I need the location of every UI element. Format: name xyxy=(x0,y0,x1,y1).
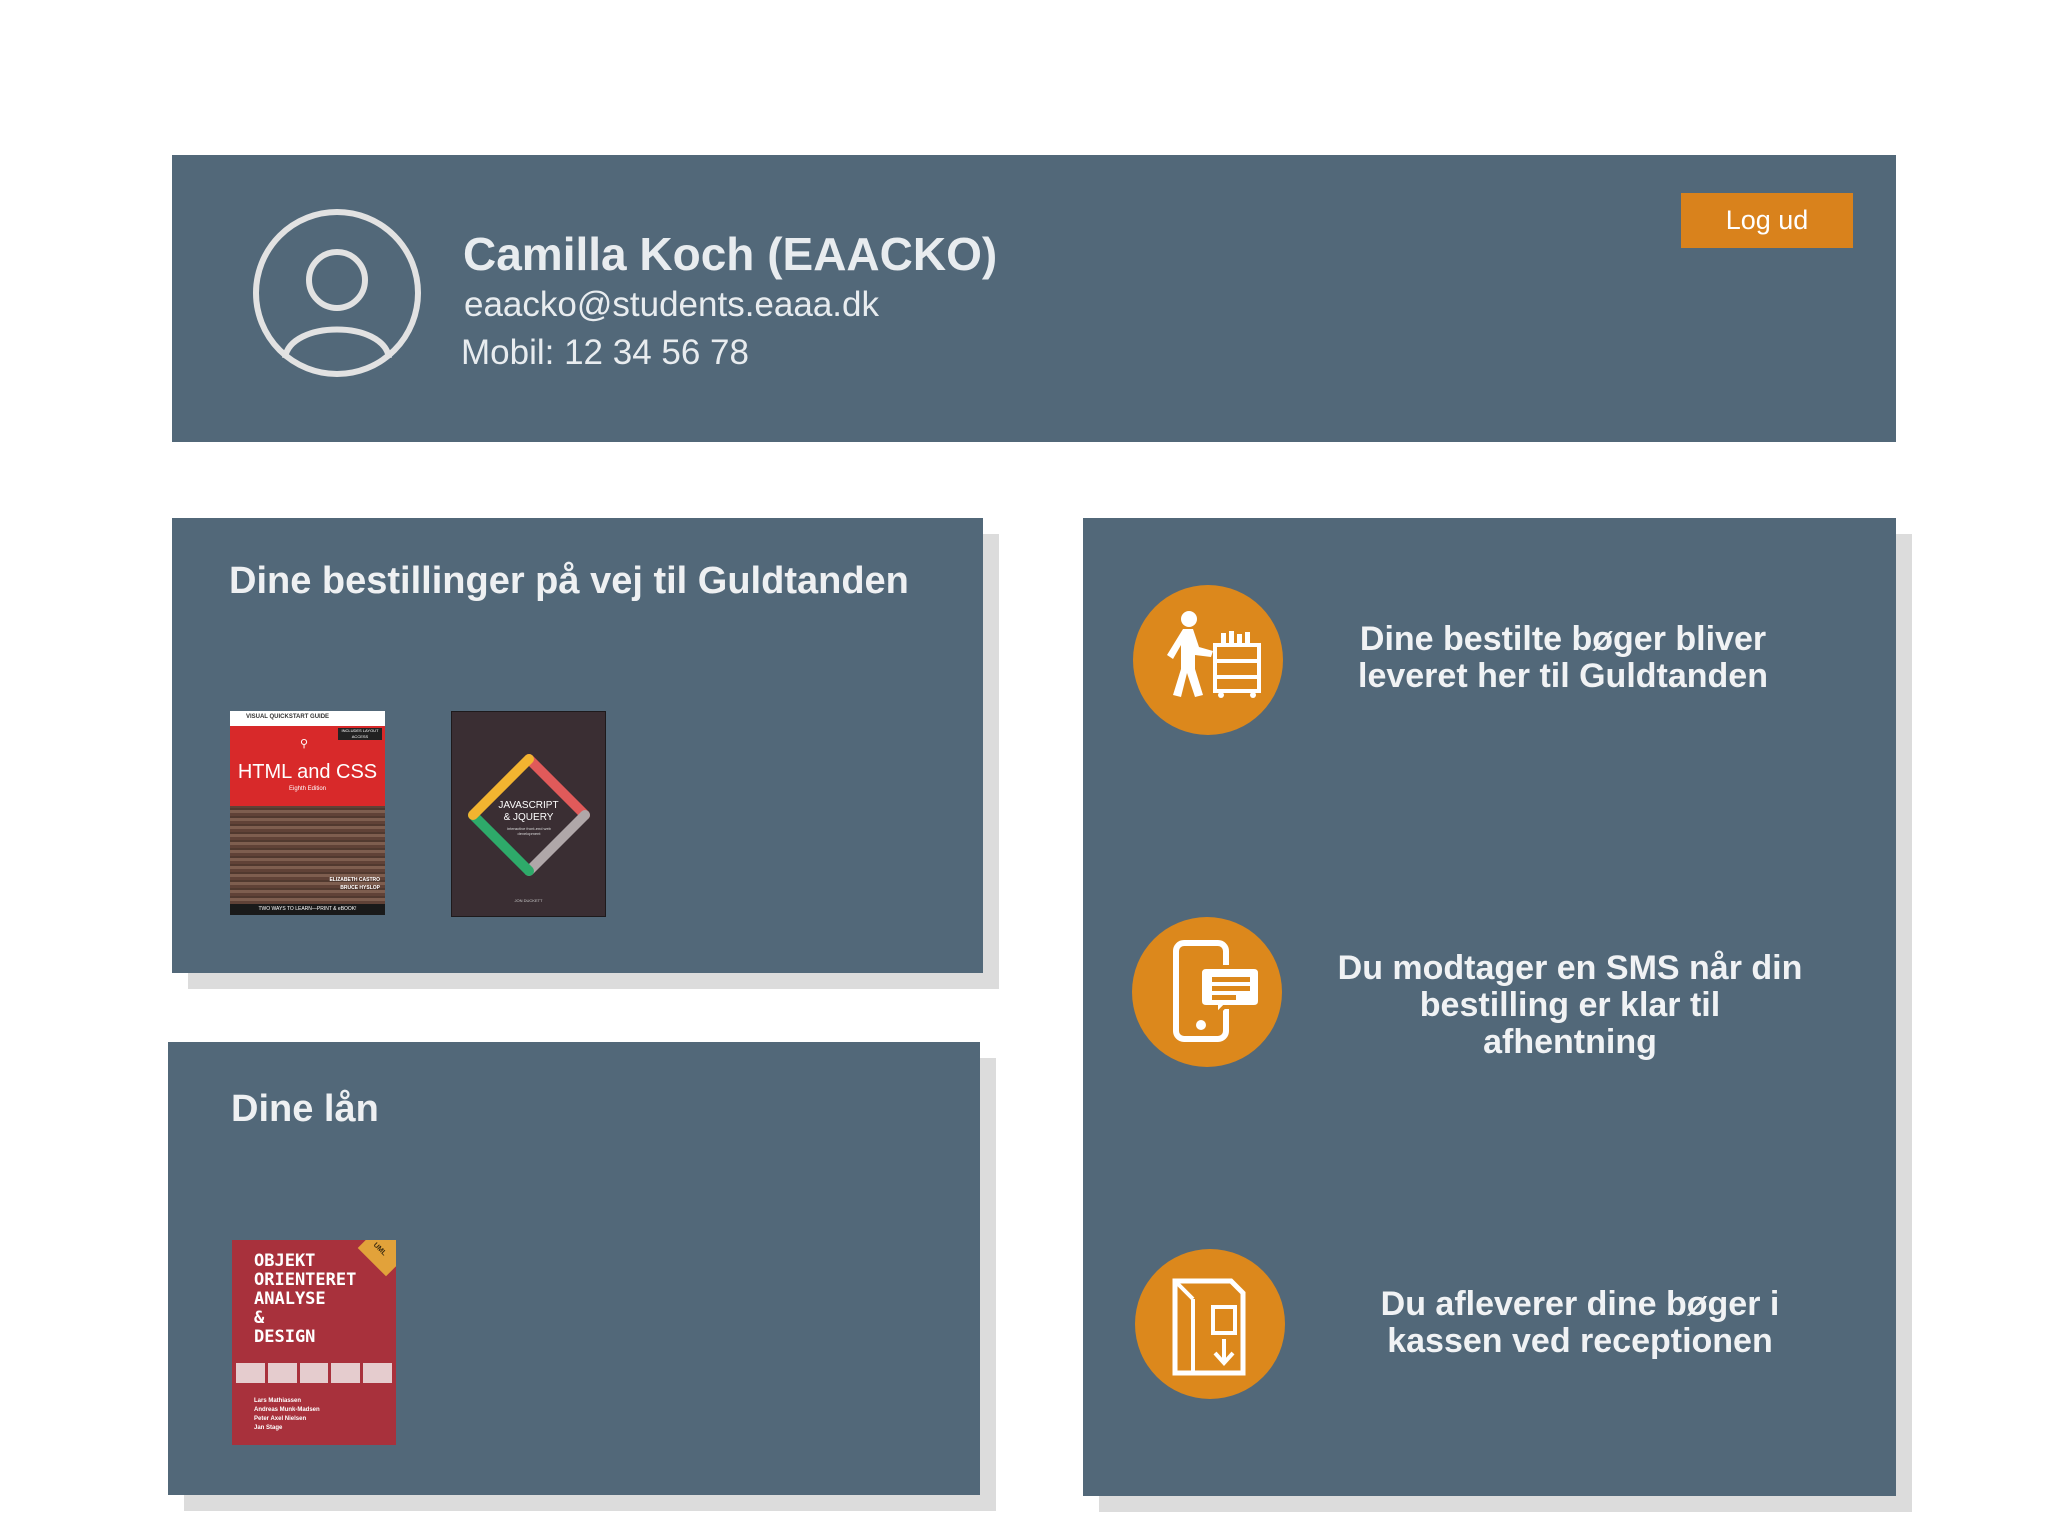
book-title-line-2: ORIENTERET xyxy=(254,1270,357,1290)
book-badge: INCLUDES LAYOUT ACCESS xyxy=(338,728,382,740)
orders-panel: Dine bestillinger på vej til Guldtanden … xyxy=(172,518,983,973)
info-steps-panel: Dine bestilte bøger bliver leveret her t… xyxy=(1083,518,1896,1496)
book-title-line2: & JQUERY xyxy=(503,812,554,823)
book-cover-objekt-orienteret[interactable]: UML OBJEKT ORIENTERET ANALYSE & DESIGN L… xyxy=(232,1240,396,1445)
loans-title: Dine lån xyxy=(231,1088,379,1130)
loans-panel: Dine lån UML OBJEKT ORIENTERET ANALYSE &… xyxy=(168,1042,980,1495)
book-title-line-3: ANALYSE xyxy=(254,1289,326,1309)
book-title-line-5: DESIGN xyxy=(254,1327,316,1347)
book-author-3: Peter Axel Nielsen xyxy=(254,1416,307,1422)
profile-header: Camilla Koch (EAACKO) eaacko@students.ea… xyxy=(172,155,1896,442)
book-edition: Eighth Edition xyxy=(288,786,327,792)
book-title-line-1: OBJEKT xyxy=(254,1251,316,1271)
book-subtitle: interactive front-end web development xyxy=(507,826,551,836)
orders-title: Dine bestillinger på vej til Guldtanden xyxy=(229,560,909,602)
phone-sms-icon xyxy=(1132,917,1282,1067)
book-title-line-4: & xyxy=(254,1308,265,1328)
step-text-delivery: Dine bestilte bøger bliver leveret her t… xyxy=(1358,620,1768,695)
book-author-1: ELIZABETH CASTRO xyxy=(329,877,380,883)
book-cover-html-css[interactable]: VISUAL QUICKSTART GUIDE INCLUDES LAYOUT … xyxy=(230,711,385,915)
book-author-2: Andreas Munk-Madsen xyxy=(254,1407,320,1413)
return-box-icon xyxy=(1135,1249,1285,1399)
book-author-4: Jan Stage xyxy=(254,1425,283,1431)
user-mobile: Mobil: 12 34 56 78 xyxy=(461,333,749,372)
book-title-line1: JAVASCRIPT xyxy=(498,800,559,811)
user-name: Camilla Koch (EAACKO) xyxy=(463,228,998,280)
book-author-2: BRUCE HYSLOP xyxy=(340,885,380,891)
step-text-sms: Du modtager en SMS når din bestilling er… xyxy=(1337,949,1803,1061)
user-email: eaacko@students.eaaa.dk xyxy=(464,285,879,324)
book-author-1: Lars Mathiassen xyxy=(254,1398,302,1404)
user-avatar-icon xyxy=(253,209,421,377)
book-cart-icon xyxy=(1133,585,1283,735)
book-series-label: VISUAL QUICKSTART GUIDE xyxy=(245,714,330,720)
book-title: HTML and CSS xyxy=(237,761,378,783)
book-cover-javascript-jquery[interactable]: JAVASCRIPT & JQUERY interactive front-en… xyxy=(451,711,606,917)
logout-button[interactable]: Log ud xyxy=(1681,193,1853,248)
book-author: JON DUCKETT xyxy=(514,898,543,903)
book-diagram-strip xyxy=(236,1363,392,1383)
bird-logo-icon: ⚲ xyxy=(300,738,309,750)
step-text-return: Du afleverer dine bøger i kassen ved rec… xyxy=(1380,1285,1780,1360)
book-footer: TWO WAYS TO LEARN—PRINT & eBOOK! xyxy=(258,906,357,912)
